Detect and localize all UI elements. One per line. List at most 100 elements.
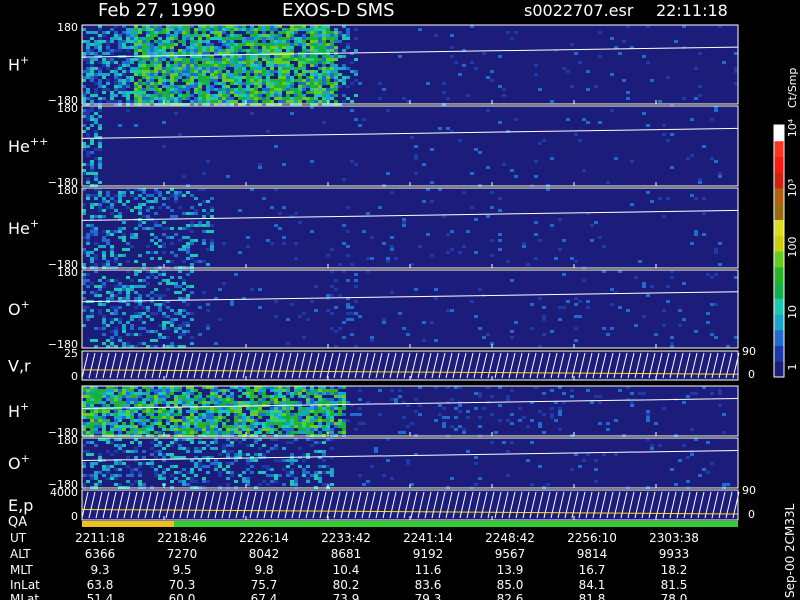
pixel <box>106 450 110 453</box>
pixel <box>182 321 186 324</box>
pixel <box>90 52 94 55</box>
pixel <box>94 52 98 55</box>
pixel <box>142 425 146 428</box>
pixel <box>274 419 278 422</box>
pixel <box>118 230 122 233</box>
pixel <box>350 61 354 64</box>
pixel <box>150 422 154 425</box>
pixel <box>318 82 322 85</box>
colorbar-swatch <box>774 345 784 362</box>
pixel <box>186 324 190 327</box>
pixel <box>258 407 262 410</box>
pixel <box>166 79 170 82</box>
pixel <box>166 306 170 309</box>
pixel <box>222 73 226 76</box>
pixel <box>714 273 718 276</box>
pixel <box>122 413 126 416</box>
pixel <box>210 79 214 82</box>
pixel <box>138 312 142 315</box>
pixel <box>718 389 722 392</box>
pixel <box>114 428 118 431</box>
pixel <box>182 419 186 422</box>
pixel <box>190 221 194 224</box>
pixel <box>194 462 198 465</box>
pixel <box>114 422 118 425</box>
pixel <box>162 49 166 52</box>
pixel <box>186 395 190 398</box>
pixel <box>202 58 206 61</box>
pixel <box>134 34 138 37</box>
pixel <box>238 407 242 410</box>
pixel <box>98 288 102 291</box>
pixel <box>170 282 174 285</box>
pixel <box>702 212 706 215</box>
pixel <box>202 200 206 203</box>
pixel <box>286 465 290 468</box>
pixel <box>318 58 322 61</box>
pixel <box>370 465 374 468</box>
pixel <box>330 431 334 434</box>
pixel <box>718 392 722 395</box>
pixel <box>186 88 190 91</box>
pixel <box>234 58 238 61</box>
pixel <box>574 315 578 318</box>
pixel <box>118 425 122 428</box>
pixel <box>166 419 170 422</box>
pixel <box>86 91 90 94</box>
pixel <box>334 288 338 291</box>
pixel <box>278 100 282 103</box>
pixel <box>294 55 298 58</box>
pixel <box>182 94 186 97</box>
pixel <box>134 315 138 318</box>
pixel <box>378 413 382 416</box>
pixel <box>174 61 178 64</box>
pixel <box>302 410 306 413</box>
pixel <box>238 85 242 88</box>
pixel <box>218 462 222 465</box>
pixel <box>82 282 86 285</box>
pixel <box>94 422 98 425</box>
pixel <box>282 79 286 82</box>
pixel <box>366 401 370 404</box>
pixel <box>158 58 162 61</box>
pixel <box>178 395 182 398</box>
pixel <box>82 212 86 215</box>
pixel <box>118 40 122 43</box>
pixel <box>298 416 302 419</box>
pixel <box>158 425 162 428</box>
pixel <box>130 76 134 79</box>
pixel <box>266 70 270 73</box>
pixel <box>134 43 138 46</box>
pixel <box>238 67 242 70</box>
pixel <box>246 82 250 85</box>
pixel <box>190 410 194 413</box>
pixel <box>210 88 214 91</box>
pixel <box>290 422 294 425</box>
pixel <box>598 236 602 239</box>
pixel <box>334 49 338 52</box>
pixel <box>134 401 138 404</box>
pixel <box>502 94 506 97</box>
pixel <box>182 425 186 428</box>
pixel <box>130 194 134 197</box>
pixel <box>202 425 206 428</box>
pixel <box>198 28 202 31</box>
pixel <box>630 160 634 163</box>
pixel <box>242 100 246 103</box>
pixel <box>82 431 86 434</box>
pixel <box>182 37 186 40</box>
pixel <box>290 453 294 456</box>
pixel <box>286 416 290 419</box>
pixel <box>214 34 218 37</box>
pixel <box>306 477 310 480</box>
pixel <box>110 422 114 425</box>
pixel <box>110 37 114 40</box>
pixel <box>182 260 186 263</box>
pixel <box>94 58 98 61</box>
pixel <box>458 73 462 76</box>
pixel <box>118 483 122 486</box>
pixel <box>94 178 98 181</box>
pixel <box>230 79 234 82</box>
pixel <box>654 333 658 336</box>
pixel <box>346 76 350 79</box>
